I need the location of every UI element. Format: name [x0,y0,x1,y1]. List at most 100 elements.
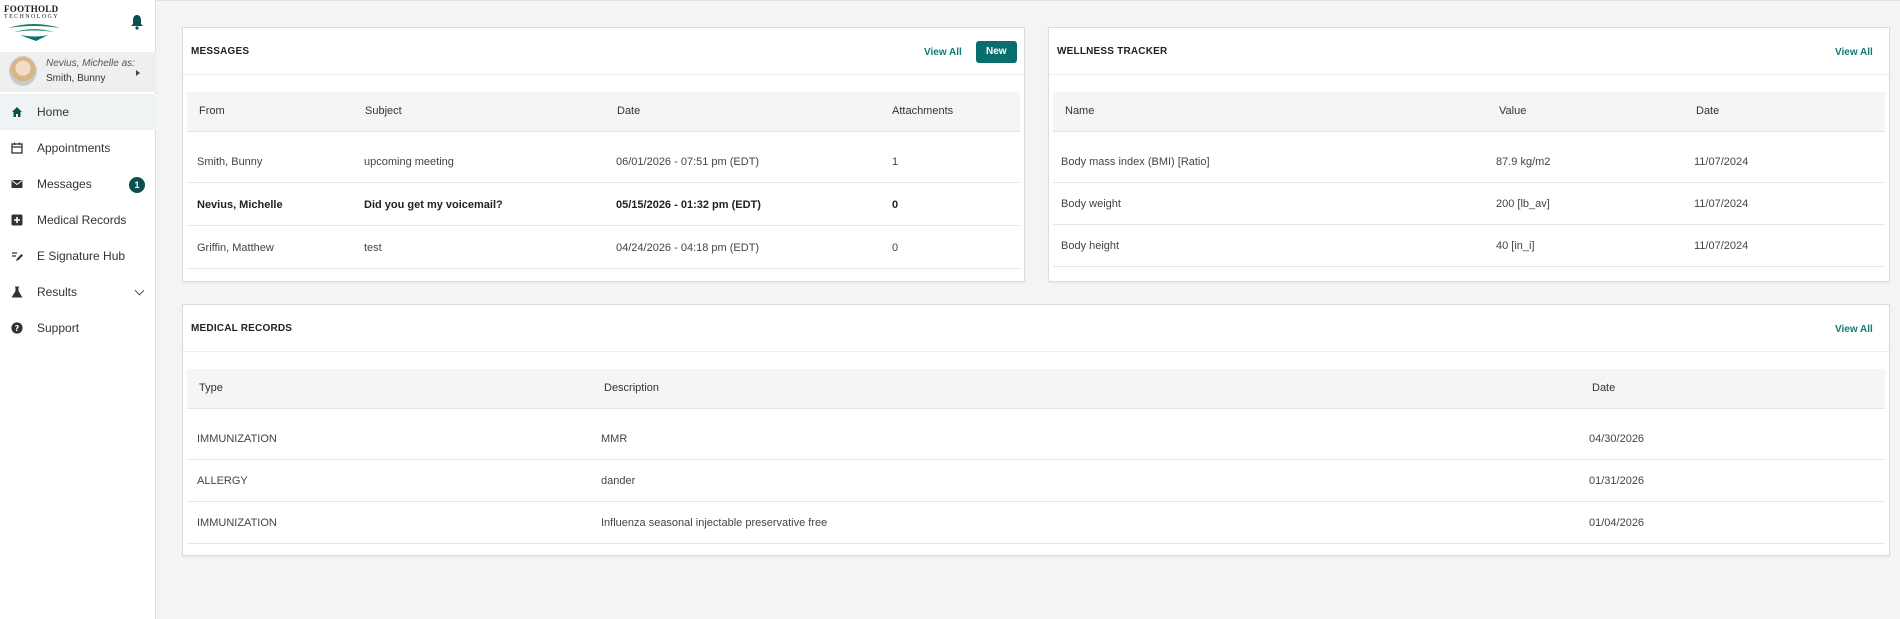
sidebar-item-label: E Signature Hub [37,249,126,263]
wellness-title: WELLNESS TRACKER [1057,46,1168,57]
sidebar-nav: Home Appointments Messages 1 Medical Rec… [0,94,156,346]
record-date: 04/30/2026 [1589,433,1645,445]
record-description: Influenza seasonal injectable preservati… [601,517,828,529]
wellness-value: 40 [in_i] [1496,240,1535,252]
bell-icon[interactable] [130,14,144,30]
mail-icon [11,180,23,188]
help-circle-icon: ? [11,322,23,334]
message-from: Nevius, Michelle [197,199,283,211]
logo-swoosh-icon [8,24,60,41]
logo-line2: TECHNOLOGY [4,14,59,20]
sidebar-item-support[interactable]: ? Support [0,310,156,346]
message-row[interactable]: Nevius, Michelle Did you get my voicemai… [187,184,1020,226]
calendar-icon [11,142,23,154]
column-header-subject[interactable]: Subject [365,105,402,117]
sidebar-item-results[interactable]: Results [0,274,156,310]
sidebar-item-label: Appointments [37,141,111,155]
column-header-date[interactable]: Date [617,105,640,117]
record-type: IMMUNIZATION [197,433,277,445]
wellness-name: Body weight [1061,198,1121,210]
signature-icon [12,252,23,261]
column-header-date[interactable]: Date [1696,105,1719,117]
medical-record-row[interactable]: IMMUNIZATION MMR 04/30/2026 [187,418,1885,460]
sidebar-item-medical-records[interactable]: Medical Records [0,202,156,238]
message-subject: Did you get my voicemail? [364,199,503,211]
message-date: 06/01/2026 - 07:51 pm (EDT) [616,156,760,168]
logo-line1: FOOTHOLD [4,4,59,14]
wellness-date: 11/07/2024 [1694,198,1749,210]
column-header-date[interactable]: Date [1592,382,1615,394]
message-from: Griffin, Matthew [197,242,274,254]
sidebar: FOOTHOLD TECHNOLOGY Nevius, Michelle as:… [0,0,156,619]
sidebar-item-label: Messages [37,177,92,191]
column-header-type[interactable]: Type [199,382,223,394]
svg-text:?: ? [15,324,20,333]
wellness-view-all-link[interactable]: View All [1835,47,1873,58]
record-type: IMMUNIZATION [197,517,277,529]
record-description: MMR [601,433,628,445]
medical-records-table-header: Type Description Date [187,369,1885,409]
foothold-logo[interactable]: FOOTHOLD TECHNOLOGY [4,5,64,43]
messages-table-header: From Subject Date Attachments [187,92,1020,132]
record-date: 01/04/2026 [1589,517,1645,529]
wellness-date: 11/07/2024 [1694,240,1749,252]
messages-card: MESSAGES View All New From Subject Date … [182,27,1025,282]
new-message-button[interactable]: New [976,41,1017,63]
divider [1049,74,1889,75]
column-header-description[interactable]: Description [604,382,659,394]
acting-as-label: Nevius, Michelle as: [46,58,135,69]
current-user-name: Smith, Bunny [46,73,106,84]
wellness-tracker-card: WELLNESS TRACKER View All Name Value Dat… [1048,27,1890,282]
wellness-value: 200 [lb_av] [1496,198,1550,210]
messages-title: MESSAGES [191,46,250,57]
medical-record-row[interactable]: ALLERGY dander 01/31/2026 [187,460,1885,502]
sidebar-item-e-signature-hub[interactable]: E Signature Hub [0,238,156,274]
column-header-name[interactable]: Name [1065,105,1094,117]
home-icon [12,107,22,117]
wellness-row[interactable]: Body weight 200 [lb_av] 11/07/2024 [1053,183,1885,225]
sidebar-item-label: Results [37,285,78,299]
record-type: ALLERGY [197,475,248,487]
message-subject: test [364,242,382,254]
medical-record-row[interactable]: IMMUNIZATION Influenza seasonal injectab… [187,502,1885,544]
message-from: Smith, Bunny [197,156,263,168]
divider [183,351,1889,352]
medical-records-view-all-link[interactable]: View All [1835,324,1873,335]
sidebar-item-home[interactable]: Home [0,94,156,130]
column-header-from[interactable]: From [199,105,225,117]
wellness-table-header: Name Value Date [1053,92,1885,132]
plus-box-icon [11,214,23,226]
medical-records-title: MEDICAL RECORDS [191,323,293,334]
message-date: 05/15/2026 - 01:32 pm (EDT) [616,199,761,211]
wellness-value: 87.9 kg/m2 [1496,156,1551,168]
message-row[interactable]: Griffin, Matthew test 04/24/2026 - 04:18… [187,227,1020,269]
sidebar-item-messages[interactable]: Messages 1 [0,166,156,202]
caret-right-icon [136,70,140,76]
message-attachments: 0 [892,199,899,211]
sidebar-item-label: Home [37,105,70,119]
wellness-name: Body height [1061,240,1120,252]
unread-count-badge: 1 [129,177,145,193]
top-divider [156,0,1900,1]
sidebar-item-appointments[interactable]: Appointments [0,130,156,166]
medical-records-card: MEDICAL RECORDS View All Type Descriptio… [182,304,1890,556]
sidebar-header: FOOTHOLD TECHNOLOGY [0,0,155,44]
message-date: 04/24/2026 - 04:18 pm (EDT) [616,242,760,254]
message-row[interactable]: Smith, Bunny upcoming meeting 06/01/2026… [187,141,1020,183]
message-subject: upcoming meeting [364,156,454,168]
record-date: 01/31/2026 [1589,475,1645,487]
column-header-attachments[interactable]: Attachments [892,105,953,117]
wellness-row[interactable]: Body height 40 [in_i] 11/07/2024 [1053,225,1885,267]
message-attachments: 0 [892,242,899,254]
sidebar-item-label: Support [37,321,80,335]
chevron-down-icon[interactable] [134,285,145,296]
wellness-row[interactable]: Body mass index (BMI) [Ratio] 87.9 kg/m2… [1053,141,1885,183]
column-header-value[interactable]: Value [1499,105,1526,117]
wellness-name: Body mass index (BMI) [Ratio] [1061,156,1210,168]
avatar [9,56,37,86]
record-description: dander [601,475,636,487]
user-switcher[interactable]: Nevius, Michelle as: Smith, Bunny [0,52,156,92]
sidebar-item-label: Medical Records [37,213,127,227]
messages-view-all-link[interactable]: View All [924,47,962,58]
wellness-date: 11/07/2024 [1694,156,1749,168]
